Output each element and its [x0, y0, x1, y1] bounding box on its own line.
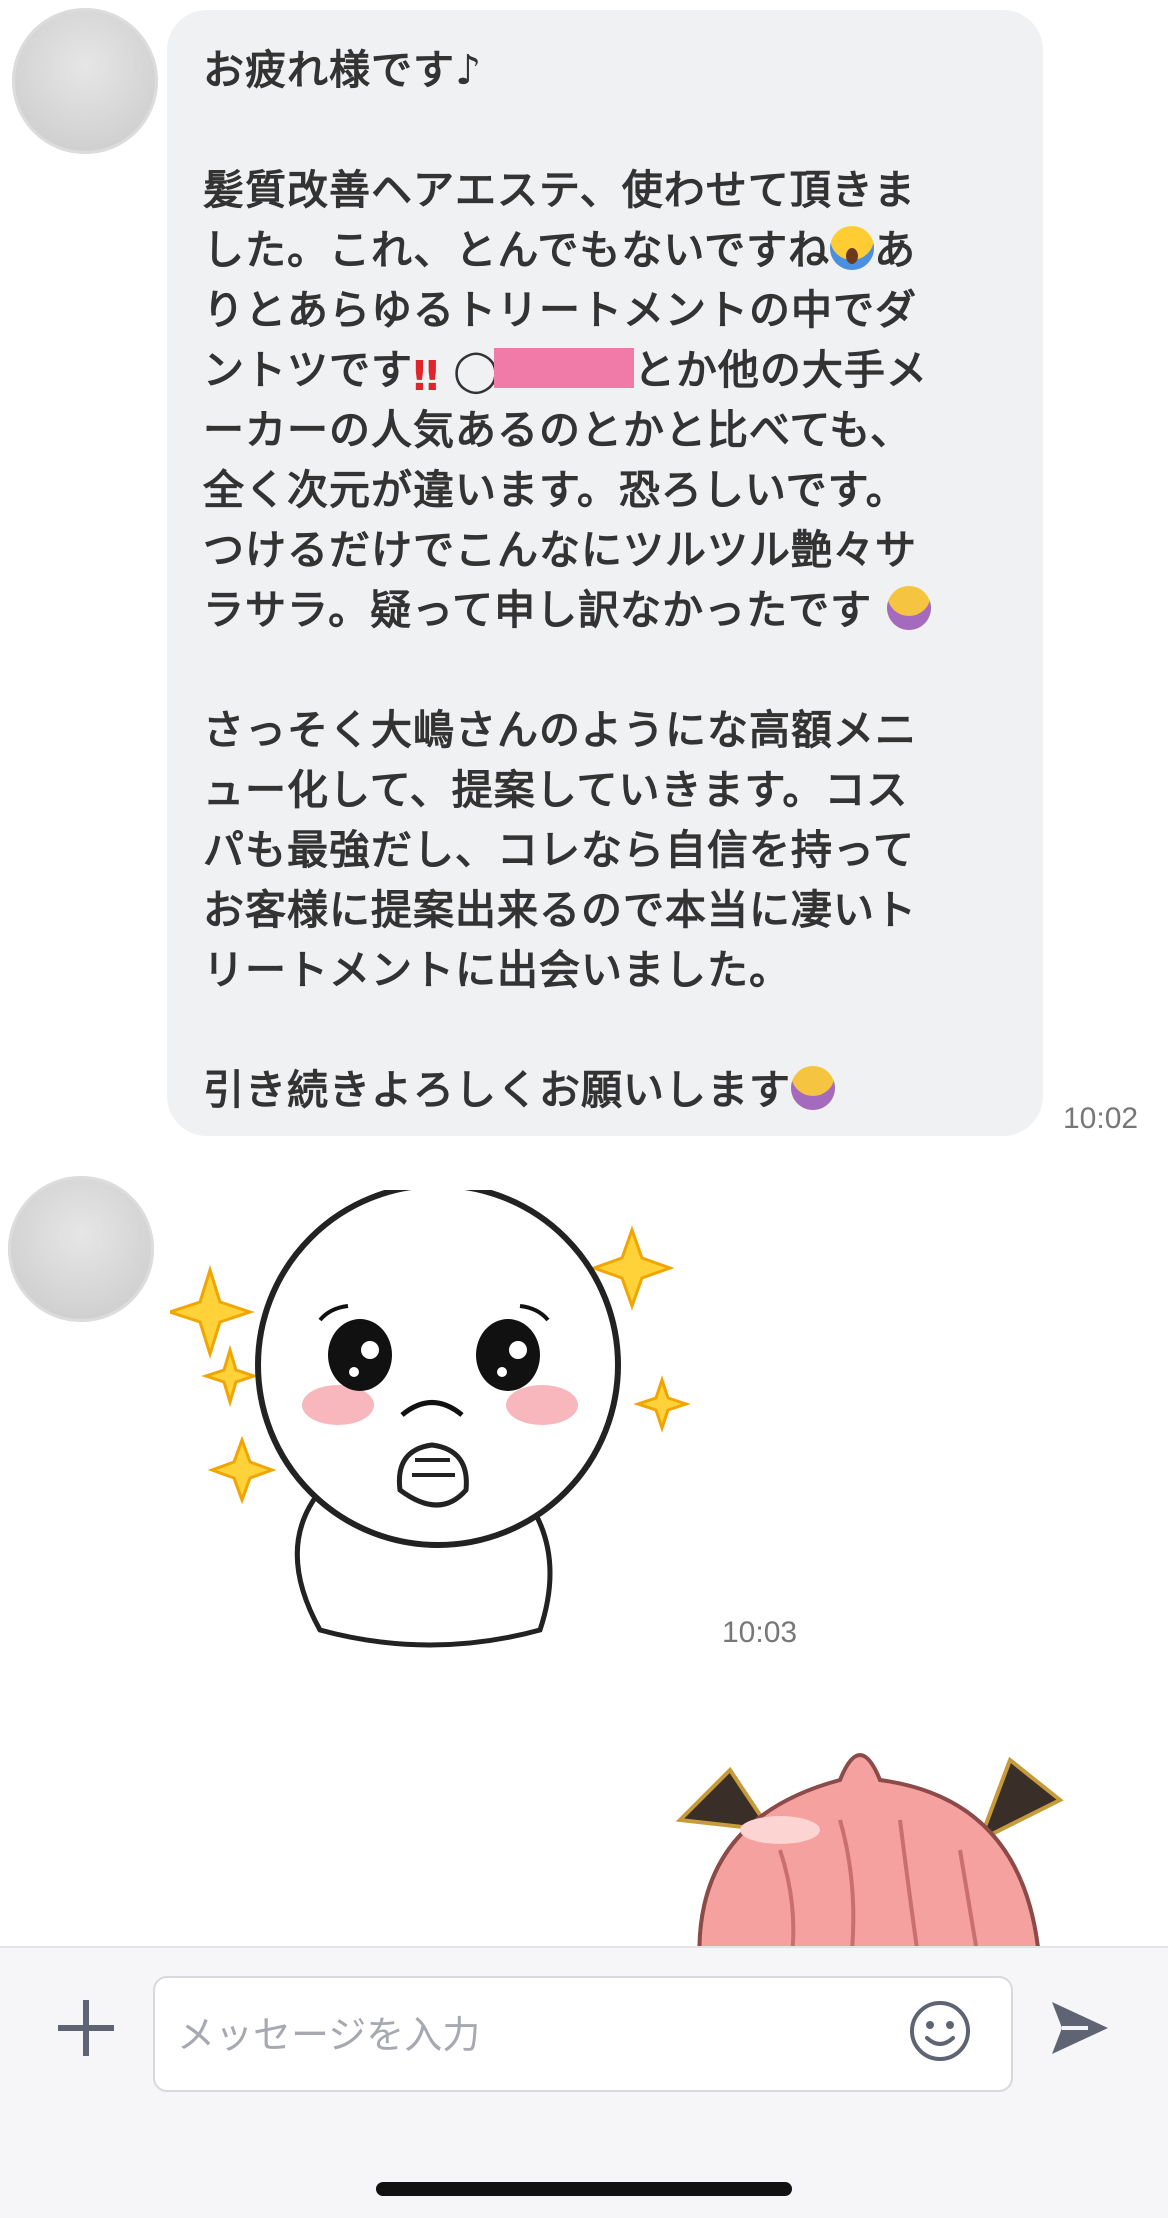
message-timestamp: 10:02: [1063, 1102, 1139, 1135]
message-line: さっそく大嶋さんのようにな高額メニ: [203, 706, 917, 754]
message-text: ントツです: [203, 346, 413, 394]
message-field-container[interactable]: [153, 1976, 1013, 2092]
message-line: 髪質改善ヘアエステ、使わせて頂きま: [203, 166, 916, 214]
face-screaming-icon: [830, 226, 875, 270]
message-bubble[interactable]: お疲れ様です♪ 髪質改善ヘアエステ、使わせて頂きま した。これ、とんでもないです…: [167, 10, 1043, 1136]
home-indicator: [376, 2182, 792, 2196]
message-text: ◯: [453, 346, 500, 394]
message-line: お客様に提案出来るので本当に凄いト: [203, 886, 917, 934]
message-line-blank: [203, 100, 1007, 160]
message-line: りとあらゆるトリートメントの中でダ: [203, 286, 917, 334]
message-line: した。これ、とんでもないですねあ: [203, 220, 1007, 280]
message-line: リートメントに出会いました。: [203, 946, 791, 994]
smiley-icon[interactable]: [907, 1998, 973, 2064]
send-icon[interactable]: [1048, 1998, 1112, 2058]
message-line: ラサラ。疑って申し訳なかったです: [203, 580, 1007, 640]
message-line: ーカーの人気あるのとかと比べても、: [203, 406, 913, 454]
redaction-block: [493, 348, 634, 388]
praying-moon-sticker[interactable]: [165, 1182, 700, 1650]
pink-hair-character-sticker[interactable]: [660, 1710, 1080, 1946]
message-line: つけるだけでこんなにツルツル艶々サ: [203, 526, 917, 574]
message-text: あ: [874, 226, 917, 274]
double-exclamation-icon: ‼: [413, 352, 439, 400]
sender-avatar[interactable]: [12, 8, 158, 154]
add-attachment-button[interactable]: [56, 1998, 116, 2058]
message-line: パも最強だし、コレなら自信を持って: [203, 826, 915, 874]
message-line: 全く次元が違います。恐ろしいです。: [203, 466, 908, 514]
message-line: 引き続きよろしくお願いします: [203, 1060, 1007, 1120]
message-line: お疲れ様です♪: [203, 46, 483, 94]
message-input-bar: [0, 1946, 1168, 2218]
message-input[interactable]: [177, 2000, 877, 2070]
message-timestamp: 10:03: [722, 1616, 798, 1649]
message-text: 引き続きよろしくお願いします: [203, 1066, 791, 1114]
message-line: ュー化して、提案していきます。コス: [203, 766, 909, 814]
sender-avatar[interactable]: [8, 1176, 154, 1322]
message-text: ラサラ。疑って申し訳なかったです: [203, 586, 873, 634]
message-line: ントツです‼ ◯ とか他の大手メ: [203, 340, 1007, 400]
message-text: した。これ、とんでもないですね: [203, 226, 831, 274]
message-text: とか他の大手メ: [633, 346, 928, 394]
message-line-blank: [203, 640, 1007, 700]
person-bowing-icon: [791, 1066, 835, 1110]
person-bowing-icon: [887, 586, 932, 630]
message-line-blank: [203, 1000, 1007, 1060]
